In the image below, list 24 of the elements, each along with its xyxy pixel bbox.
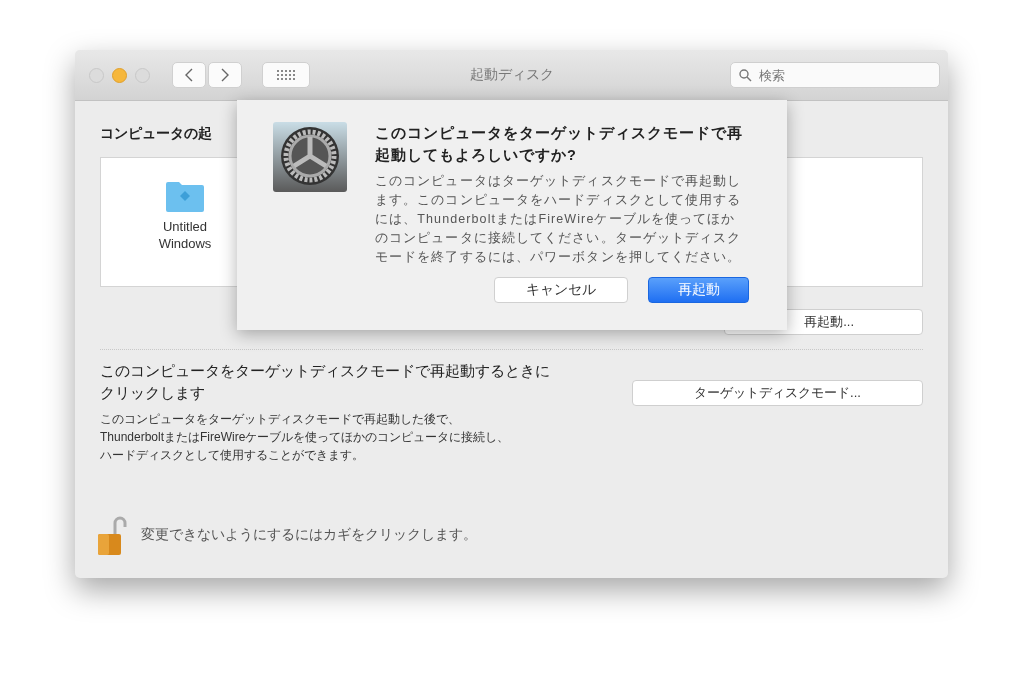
unlocked-padlock-icon[interactable] [97, 514, 127, 556]
target-mode-title: このコンピュータをターゲットディスクモードで再起動するときにクリックします [100, 361, 551, 403]
chevron-right-icon [221, 68, 229, 82]
section-heading: コンピュータの起 [100, 125, 212, 141]
target-disk-mode-button[interactable]: ターゲットディスクモード... [632, 380, 923, 406]
disk-name: Untitled Windows [158, 218, 212, 252]
forward-button[interactable] [208, 62, 242, 88]
target-mode-description: ThunderboltまたはFireWireケーブルを使ってほかのコンピュータに接続し、 [100, 429, 510, 446]
target-mode-description: ハードディスクとして使用することができます。 [100, 447, 364, 464]
gear-icon [273, 122, 347, 192]
show-all-button[interactable] [262, 62, 310, 88]
dialog-message: このコンピュータはターゲットディスクモードで再起動します。このコンピュータをハードディスクとして使用するには、ThunderboltまたはFireWireケーブルを使ってほかのコンピュータに接続してください。ターゲットディスクモードを終了するには、パワーボタンを押してください。 [375, 173, 743, 266]
folder-icon [165, 180, 205, 212]
dialog-title: このコンピュータをターゲットディスクモードで再起動してもよろしいですか? [375, 124, 744, 165]
grid-icon [277, 70, 295, 80]
back-button[interactable] [172, 62, 206, 88]
lock-hint: 変更できないようにするにはカギをクリックします。 [141, 526, 477, 544]
minimize-button[interactable] [112, 67, 127, 83]
window-title: 起動ディスク [469, 66, 554, 82]
target-mode-description: このコンピュータをターゲットディスクモードで再起動した後で、 [100, 411, 460, 428]
disk-item[interactable]: Untitled Windows [131, 178, 239, 266]
search-field[interactable]: 検索 [730, 62, 940, 88]
cancel-button[interactable]: キャンセル [494, 277, 628, 303]
chevron-left-icon [185, 68, 193, 82]
